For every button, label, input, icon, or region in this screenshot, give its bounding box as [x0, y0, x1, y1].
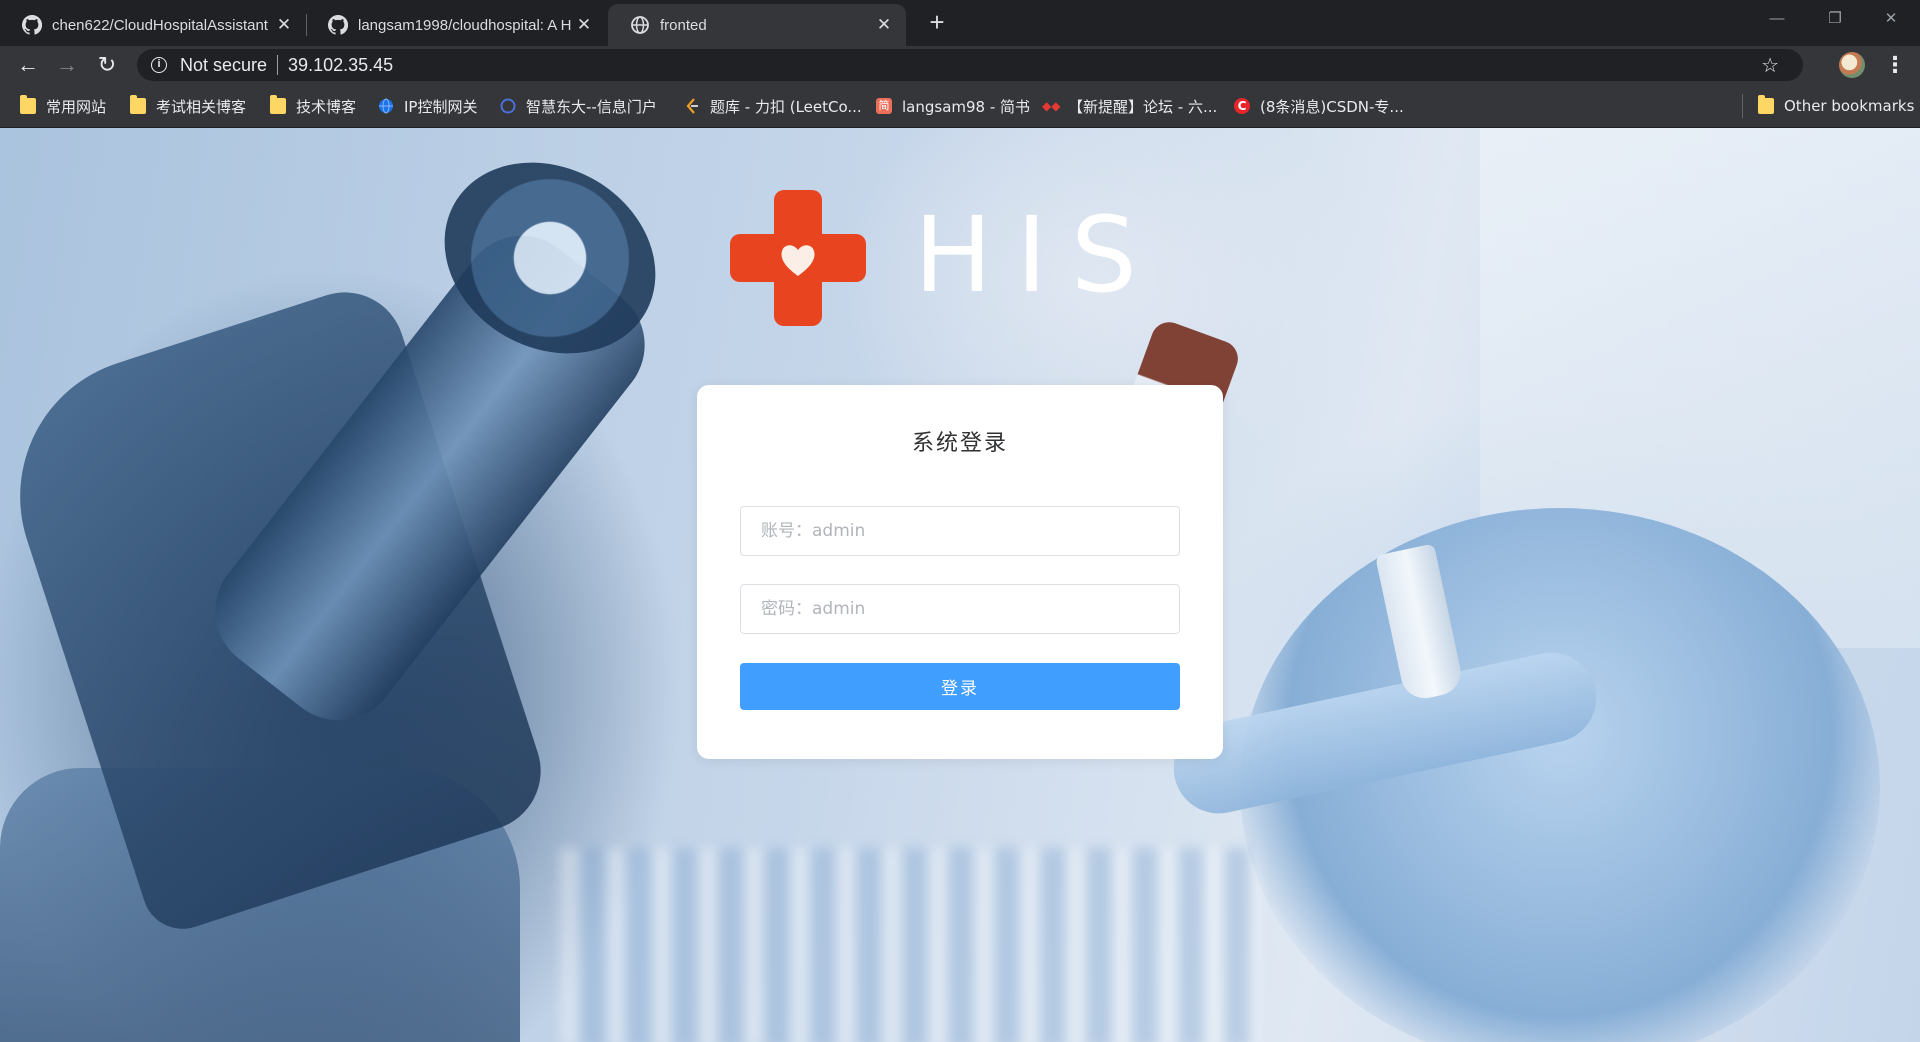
new-tab-button[interactable]: + — [922, 8, 952, 38]
tab-cloudhospitalassistant[interactable]: chen622/CloudHospitalAssistant ✕ — [0, 4, 306, 46]
login-card: 系统登录 登录 — [697, 385, 1223, 759]
bookmark-label: langsam98 - 简书 — [902, 97, 1031, 116]
bookmark-csdn[interactable]: C (8条消息)CSDN-专... — [1234, 94, 1404, 118]
reload-icon[interactable]: ↻ — [91, 49, 123, 81]
university-icon — [500, 98, 516, 114]
bookmark-label: 技术博客 — [296, 97, 357, 116]
bookmark-forum[interactable]: ◆◆ 【新提醒】论坛 - 六... — [1042, 94, 1217, 118]
github-icon — [328, 15, 348, 35]
tab-title: chen622/CloudHospitalAssistant — [52, 16, 268, 34]
info-icon[interactable]: i — [151, 57, 167, 73]
login-button[interactable]: 登录 — [740, 663, 1180, 710]
bookmark-ip-gateway[interactable]: IP控制网关 — [378, 94, 477, 118]
folder-icon — [20, 95, 36, 114]
address-divider — [277, 55, 279, 75]
username-input[interactable] — [740, 506, 1180, 556]
bookmark-label: 题库 - 力扣 (LeetCo... — [710, 97, 862, 116]
leetcode-icon — [686, 98, 698, 114]
globe-icon — [631, 16, 649, 34]
bookmark-label: IP控制网关 — [404, 97, 478, 116]
menu-icon[interactable]: ⋮ — [1880, 49, 1910, 81]
address-bar[interactable]: i Not secure 39.102.35.45 ☆ — [137, 49, 1803, 81]
security-label[interactable]: Not secure — [180, 55, 267, 76]
bookmark-label: 考试相关博客 — [156, 97, 247, 116]
profile-avatar[interactable] — [1839, 52, 1865, 78]
bookmarks-separator — [1742, 94, 1743, 118]
bookmark-star-icon[interactable]: ☆ — [1761, 53, 1779, 78]
url-text[interactable]: 39.102.35.45 — [288, 55, 393, 76]
github-icon — [22, 15, 42, 35]
tab-fronted[interactable]: fronted ✕ — [608, 4, 906, 46]
close-window-icon[interactable]: ✕ — [1862, 0, 1920, 38]
folder-icon — [270, 95, 286, 114]
page-viewport: HIS 系统登录 登录 — [0, 128, 1920, 1042]
globe-icon — [379, 98, 393, 114]
bookmark-jianshu[interactable]: 简 langsam98 - 简书 — [876, 94, 1030, 118]
minimize-icon[interactable]: — — [1748, 0, 1806, 38]
tab-close-icon[interactable]: ✕ — [274, 15, 294, 35]
heart-icon — [781, 245, 815, 276]
tab-cloudhospital[interactable]: langsam1998/cloudhospital: A H ✕ — [306, 4, 606, 46]
bookmark-leetcode[interactable]: 题库 - 力扣 (LeetCo... — [684, 94, 862, 118]
bookmark-label: 常用网站 — [46, 97, 107, 116]
bookmark-folder-common[interactable]: 常用网站 — [20, 94, 106, 118]
tab-title: fronted — [660, 16, 707, 34]
folder-icon — [130, 95, 146, 114]
restore-icon[interactable]: ❐ — [1806, 0, 1864, 38]
forum-icon: ◆◆ — [1042, 99, 1061, 113]
bookmarks-bar: 常用网站 考试相关博客 技术博客 IP控制网关 智慧东大--信息门户 题库 - … — [0, 84, 1920, 128]
bookmark-folder-tech[interactable]: 技术博客 — [270, 94, 356, 118]
tab-title: langsam1998/cloudhospital: A H — [358, 16, 572, 34]
tab-close-icon[interactable]: ✕ — [874, 15, 894, 35]
other-bookmarks[interactable]: Other bookmarks — [1758, 94, 1914, 118]
bookmark-label: 【新提醒】论坛 - 六... — [1068, 97, 1218, 116]
csdn-icon: C — [1234, 98, 1250, 114]
forward-icon[interactable]: → — [51, 49, 83, 81]
browser-toolbar: ← → ↻ i Not secure 39.102.35.45 ☆ ⋮ — [0, 46, 1920, 84]
bookmark-folder-exam[interactable]: 考试相关博客 — [130, 94, 246, 118]
background-lab-equipment — [560, 848, 1260, 1042]
bookmark-label: 智慧东大--信息门户 — [526, 97, 657, 116]
jianshu-icon: 简 — [876, 98, 892, 114]
back-icon[interactable]: ← — [12, 49, 44, 81]
bookmark-neu-portal[interactable]: 智慧东大--信息门户 — [500, 94, 657, 118]
folder-icon — [1758, 95, 1774, 114]
tab-strip: chen622/CloudHospitalAssistant ✕ langsam… — [0, 0, 1920, 46]
password-input[interactable] — [740, 584, 1180, 634]
logo-cross-icon — [730, 190, 866, 326]
other-bookmarks-label: Other bookmarks — [1784, 97, 1915, 115]
bookmark-label: (8条消息)CSDN-专... — [1260, 97, 1404, 116]
logo-text: HIS — [914, 194, 1161, 316]
login-title: 系统登录 — [911, 431, 1008, 456]
tab-close-icon[interactable]: ✕ — [574, 15, 594, 35]
